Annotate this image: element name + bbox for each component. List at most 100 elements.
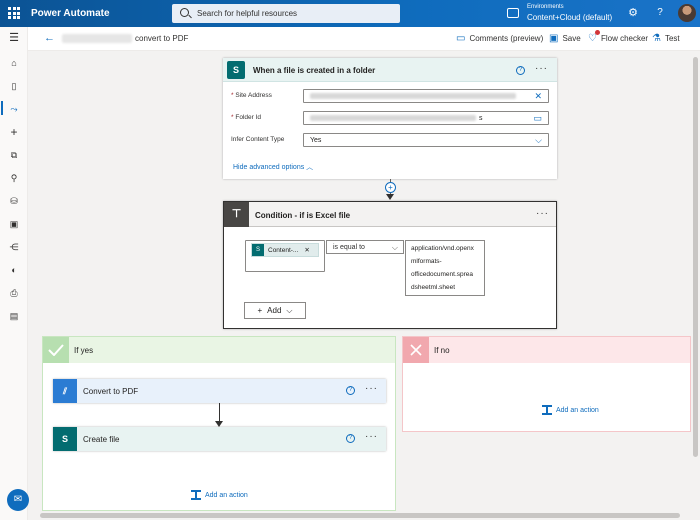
book-icon[interactable]: ▤: [8, 310, 20, 322]
add-action-label: Add an action: [205, 491, 248, 499]
infer-content-type-label: Infer Content Type: [231, 136, 285, 143]
convert-to-pdf-title: Convert to PDF: [83, 387, 139, 396]
operator-dropdown[interactable]: is equal to ⌵: [326, 240, 404, 254]
remove-token-icon[interactable]: ✕: [304, 246, 309, 254]
chat-bot-icon[interactable]: ✉: [7, 489, 29, 511]
home-icon[interactable]: ⌂: [8, 57, 20, 69]
value-line: dsheetml.sheet: [411, 284, 456, 291]
search-placeholder: Search for helpful resources: [197, 9, 298, 18]
condition-right-operand[interactable]: application/vnd.openx mlformats- officed…: [405, 240, 485, 296]
save-button[interactable]: ▣ Save: [549, 33, 581, 44]
designer-canvas: S When a file is created in a folder ? ·…: [28, 51, 691, 511]
more-options-icon[interactable]: ···: [365, 431, 378, 442]
search-box[interactable]: Search for helpful resources: [172, 4, 400, 23]
site-address-label: * Site Address: [231, 92, 272, 99]
settings-gear-icon[interactable]: ⚙: [627, 7, 639, 19]
trigger-card[interactable]: S When a file is created in a folder ? ·…: [223, 58, 557, 179]
comment-icon: ▭: [456, 33, 466, 44]
convert-to-pdf-card[interactable]: ⫽ Convert to PDF ? ···: [53, 379, 386, 403]
clear-icon[interactable]: ✕: [534, 91, 542, 102]
hamburger-menu-icon[interactable]: ☰: [8, 32, 20, 44]
value-line: officedocument.sprea: [411, 271, 474, 278]
token-label: Content-...: [268, 246, 299, 254]
if-no-branch: If no Add an action: [402, 336, 691, 432]
folder-id-suffix: s: [479, 115, 483, 122]
condition-card-header[interactable]: ⊤ Condition - if is Excel file ···: [224, 202, 556, 227]
help-circle-icon[interactable]: ?: [516, 66, 525, 75]
search-icon: [180, 8, 189, 17]
create-icon[interactable]: +: [8, 126, 20, 138]
beaker-icon: ⚗: [652, 33, 661, 44]
top-bar: Power Automate Search for helpful resour…: [0, 0, 700, 27]
condition-icon: ⊤: [224, 202, 249, 227]
add-action-yes[interactable]: Add an action: [191, 490, 248, 500]
if-no-title: If no: [434, 346, 450, 355]
create-file-header[interactable]: S Create file ? ···: [53, 427, 386, 451]
sharepoint-icon: S: [227, 61, 245, 79]
action-items-icon[interactable]: ▯: [8, 80, 20, 92]
templates-icon[interactable]: ⧉: [8, 149, 20, 161]
error-indicator-dot: [595, 30, 600, 35]
more-options-icon[interactable]: ···: [365, 383, 378, 394]
environment-selector[interactable]: Content+Cloud (default): [527, 13, 612, 22]
help-circle-icon[interactable]: ?: [346, 386, 355, 395]
add-action-no[interactable]: Add an action: [542, 405, 599, 415]
condition-title: Condition - if is Excel file: [255, 211, 351, 220]
add-action-icon: [542, 405, 552, 415]
environment-icon: [507, 8, 519, 18]
infer-content-type-dropdown[interactable]: Yes ⌵: [303, 133, 549, 147]
add-condition-button[interactable]: + Add ⌵: [244, 302, 306, 319]
folder-id-field[interactable]: s ▭: [303, 111, 549, 125]
content-type-token[interactable]: S Content-... ✕: [251, 243, 319, 257]
scrollbar-thumb[interactable]: [40, 513, 680, 518]
if-yes-header: If yes: [43, 337, 395, 363]
blurred-folder-id: [310, 115, 476, 121]
hide-advanced-options-link[interactable]: Hide advanced options ︿: [233, 162, 313, 172]
blurred-flow-prefix: [62, 34, 132, 43]
connector-line: [219, 403, 220, 423]
add-action-label: Add an action: [556, 406, 599, 414]
condition-left-operand[interactable]: S Content-... ✕: [245, 240, 325, 272]
ai-builder-icon[interactable]: ▣: [8, 218, 20, 230]
more-options-icon[interactable]: ···: [535, 63, 548, 74]
folder-id-label: * Folder Id: [231, 114, 261, 121]
plus-icon: +: [257, 306, 263, 315]
operator-value: is equal to: [333, 244, 365, 251]
test-button[interactable]: ⚗ Test: [652, 33, 680, 44]
convert-to-pdf-header[interactable]: ⫽ Convert to PDF ? ···: [53, 379, 386, 403]
more-options-icon[interactable]: ···: [536, 208, 549, 219]
flow-title[interactable]: convert to PDF: [135, 34, 188, 43]
if-no-header: If no: [403, 337, 690, 363]
create-file-card[interactable]: S Create file ? ···: [53, 427, 386, 451]
horizontal-scrollbar[interactable]: [28, 511, 700, 520]
data-icon[interactable]: ⛁: [8, 195, 20, 207]
process-advisor-icon[interactable]: ⋲: [8, 241, 20, 253]
connectors-icon[interactable]: ⚲: [8, 172, 20, 184]
create-file-title: Create file: [83, 435, 120, 444]
value-line: application/vnd.openx: [411, 245, 474, 252]
infer-content-type-value: Yes: [310, 137, 322, 144]
solutions-icon[interactable]: ◐: [8, 264, 20, 276]
back-arrow-icon[interactable]: ←: [44, 32, 55, 44]
flow-checker-label: Flow checker: [600, 34, 649, 43]
help-circle-icon[interactable]: ?: [346, 434, 355, 443]
insert-step-plus-icon[interactable]: +: [385, 182, 396, 193]
learn-icon[interactable]: ⎙: [8, 287, 20, 299]
active-indicator: [1, 101, 3, 115]
app-title[interactable]: Power Automate: [31, 8, 110, 19]
scrollbar-thumb[interactable]: [693, 57, 698, 457]
comments-label: Comments (preview): [469, 34, 544, 43]
add-action-icon: [191, 490, 201, 500]
app-launcher-icon[interactable]: [8, 7, 20, 19]
my-flows-icon[interactable]: ⤳: [8, 103, 20, 115]
test-label: Test: [664, 34, 680, 43]
vertical-scrollbar[interactable]: [691, 51, 700, 511]
user-avatar[interactable]: [678, 4, 696, 22]
comments-button[interactable]: ▭ Comments (preview): [456, 33, 543, 44]
site-address-field[interactable]: ✕: [303, 89, 549, 103]
condition-card[interactable]: ⊤ Condition - if is Excel file ··· S Con…: [223, 201, 557, 329]
trigger-card-header[interactable]: S When a file is created in a folder ? ·…: [223, 58, 557, 82]
help-icon[interactable]: ?: [654, 7, 666, 19]
arrow-down-icon: [386, 194, 394, 200]
folder-picker-icon[interactable]: ▭: [533, 113, 542, 124]
